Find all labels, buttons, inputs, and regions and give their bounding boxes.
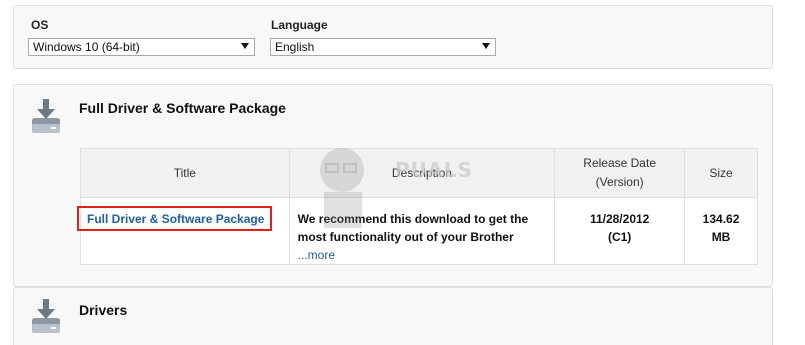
download-table: Title Description Release Date (Version)… bbox=[77, 148, 758, 265]
description-text: We recommend this download to get the mo… bbox=[297, 212, 529, 244]
os-label: OS bbox=[31, 18, 49, 32]
table-header-row: Title Description Release Date (Version)… bbox=[80, 148, 758, 198]
size-value: 134.62 bbox=[702, 212, 740, 226]
full-package-panel: Full Driver & Software Package Title Des… bbox=[13, 84, 773, 287]
column-header-size: Size bbox=[684, 148, 758, 198]
more-link[interactable]: ...more bbox=[298, 248, 335, 262]
full-package-heading: Full Driver & Software Package bbox=[79, 100, 286, 116]
filters-panel: OS Windows 10 (64-bit) Language English bbox=[13, 5, 773, 69]
dropdown-arrow-icon bbox=[482, 43, 490, 49]
drivers-heading: Drivers bbox=[79, 302, 128, 318]
download-tray-icon bbox=[32, 299, 60, 333]
language-label: Language bbox=[271, 18, 328, 32]
release-date-value: 11/28/2012 bbox=[589, 212, 650, 226]
column-header-release-date: Release Date (Version) bbox=[554, 148, 686, 198]
release-date-header-line2: (Version) bbox=[595, 175, 644, 189]
language-select-value: English bbox=[275, 40, 315, 54]
os-select-value: Windows 10 (64-bit) bbox=[33, 40, 140, 54]
column-header-title: Title bbox=[80, 148, 290, 198]
release-date-header-line1: Release Date bbox=[583, 156, 656, 170]
table-row: Full Driver & Software Package We recomm… bbox=[77, 197, 758, 265]
column-header-description: Description bbox=[288, 148, 556, 198]
language-select[interactable]: English bbox=[270, 38, 496, 56]
release-date-cell: 11/28/2012 (C1) bbox=[554, 197, 686, 265]
dropdown-arrow-icon bbox=[241, 43, 249, 49]
download-tray-icon bbox=[32, 99, 60, 133]
version-value: (C1) bbox=[607, 230, 632, 244]
drivers-panel: Drivers bbox=[13, 287, 773, 345]
size-cell: 134.62 MB bbox=[684, 197, 758, 265]
os-select[interactable]: Windows 10 (64-bit) bbox=[28, 38, 255, 56]
size-unit: MB bbox=[711, 230, 731, 244]
description-cell: We recommend this download to get the mo… bbox=[288, 197, 556, 265]
title-cell: Full Driver & Software Package bbox=[77, 197, 290, 265]
full-package-download-link[interactable]: Full Driver & Software Package bbox=[77, 206, 273, 231]
